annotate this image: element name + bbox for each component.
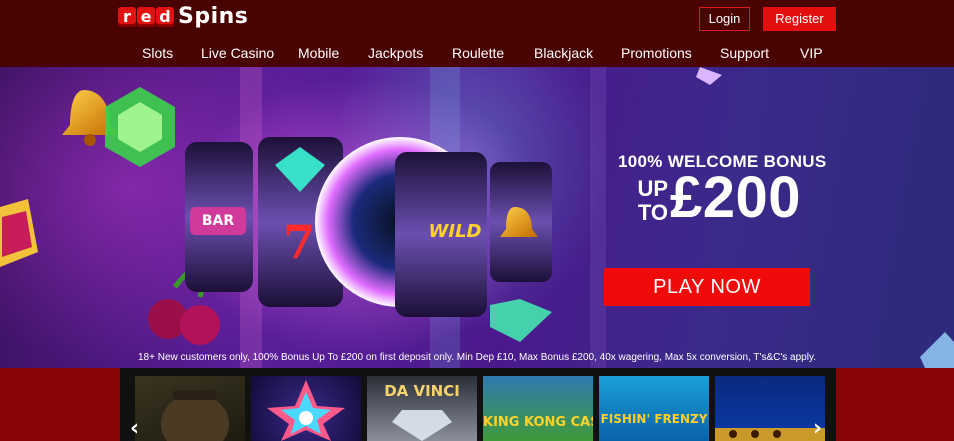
chevron-right-icon[interactable]: › <box>813 418 822 440</box>
fishin-frenzy-title: FISHIN' FRENZY <box>600 412 708 426</box>
adventurer-artwork <box>161 390 229 441</box>
seven-symbol: 7 <box>282 215 315 269</box>
logo-letter: d <box>156 7 174 27</box>
logo-word: Spins <box>178 4 249 29</box>
nav-promotions[interactable]: Promotions <box>621 41 692 65</box>
game-tile-egyptian[interactable] <box>715 376 825 441</box>
king-kong-cash-title: KING KONG CASH <box>483 415 593 430</box>
nav-support[interactable]: Support <box>720 41 769 65</box>
star-icon <box>267 380 345 441</box>
play-now-button[interactable]: PLAY NOW <box>604 268 810 306</box>
nav-vip[interactable]: VIP <box>800 41 823 65</box>
diamond-icon <box>392 410 452 441</box>
slot-reel <box>490 162 552 282</box>
nav-roulette[interactable]: Roulette <box>452 41 504 65</box>
main-nav: Slots Live Casino Mobile Jackpots Roulet… <box>0 41 954 65</box>
game-tile-king-kong-cash[interactable]: KING KONG CASH <box>483 376 593 441</box>
login-button[interactable]: Login <box>699 7 750 31</box>
game-tile-adventurer[interactable] <box>135 376 245 441</box>
logo-letter: r <box>118 7 136 27</box>
nav-live-casino[interactable]: Live Casino <box>201 41 274 65</box>
games-panel: DA VINCI KING KONG CASH FISHIN' FRENZY ‹… <box>120 368 836 441</box>
game-tile-starburst[interactable] <box>251 376 361 441</box>
game-tile-da-vinci[interactable]: DA VINCI <box>367 376 477 441</box>
site-header: r e d Spins Login Register Slots Live Ca… <box>0 0 954 67</box>
to-word: TO <box>637 200 668 225</box>
up-to-label: UP TO <box>616 177 668 225</box>
game-tile-fishin-frenzy[interactable]: FISHIN' FRENZY <box>599 376 709 441</box>
terms-text: 18+ New customers only, 100% Bonus Up To… <box>138 352 816 363</box>
nav-jackpots[interactable]: Jackpots <box>368 41 423 65</box>
bar-symbol: BAR <box>201 213 235 229</box>
red-spins-logo[interactable]: r e d Spins <box>118 4 248 30</box>
bonus-amount: £200 <box>670 165 802 230</box>
register-button[interactable]: Register <box>763 7 836 31</box>
wild-symbol: WILD <box>428 221 482 242</box>
nav-slots[interactable]: Slots <box>142 41 173 65</box>
welcome-bonus-banner[interactable]: BAR 7 WILD 100% WELCOME BONUS UP TO £200… <box>0 67 954 368</box>
up-word: UP <box>637 176 668 201</box>
egyptian-artwork <box>715 428 825 441</box>
chevron-left-icon[interactable]: ‹ <box>130 418 139 440</box>
logo-red-mark: r e d <box>118 7 174 27</box>
nav-blackjack[interactable]: Blackjack <box>534 41 593 65</box>
slot-reels-illustration <box>0 67 954 368</box>
logo-letter: e <box>137 7 155 27</box>
games-carousel: DA VINCI KING KONG CASH FISHIN' FRENZY ‹… <box>0 368 954 441</box>
nav-mobile[interactable]: Mobile <box>298 41 339 65</box>
